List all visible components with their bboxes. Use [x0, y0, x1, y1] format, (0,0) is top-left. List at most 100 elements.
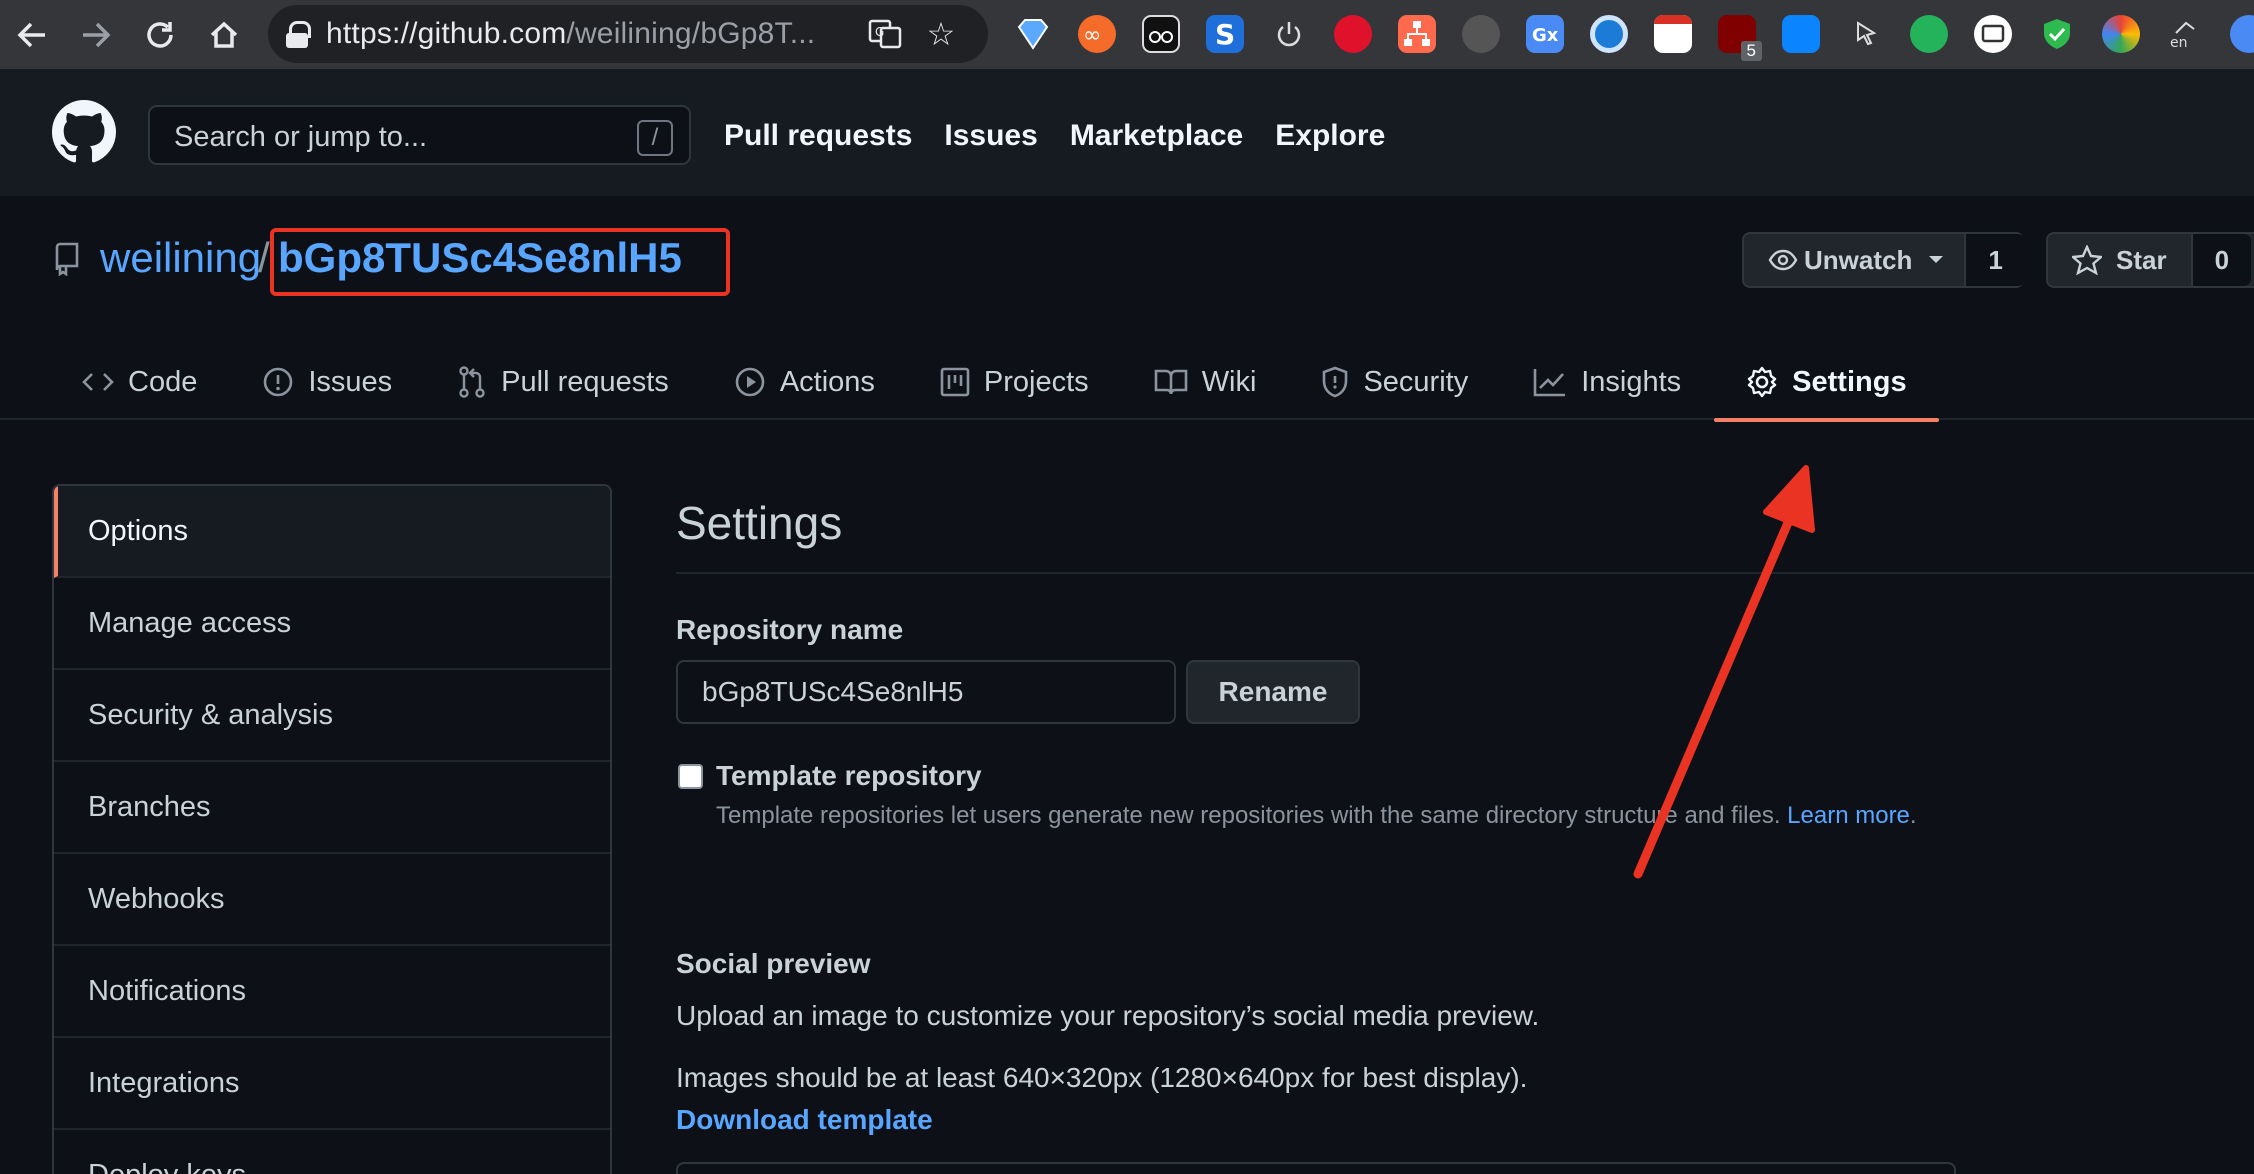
tab-settings[interactable]: Settings [1714, 344, 1940, 422]
sidebar-item-branches[interactable]: Branches [54, 762, 610, 854]
extension-ublock-icon[interactable]: 5 [1718, 15, 1762, 61]
play-icon [735, 367, 765, 397]
sidebar-item-options[interactable]: Options [54, 486, 610, 578]
settings-sidebar: Options Manage access Security & analysi… [52, 484, 612, 1174]
search-shortcut-key: / [637, 120, 673, 156]
back-button[interactable] [0, 0, 64, 69]
tab-actions[interactable]: Actions [734, 344, 875, 420]
sidebar-item-security-analysis[interactable]: Security & analysis [54, 670, 610, 762]
svg-text:en: en [2170, 35, 2188, 51]
rename-button[interactable]: Rename [1186, 660, 1360, 724]
browser-toolbar: https://github.com/weilining/bGp8T... G … [0, 0, 2254, 69]
svg-text:Gx: Gx [1532, 25, 1559, 46]
extension-screen-capture-icon[interactable] [1974, 15, 2012, 53]
nav-issues[interactable]: Issues [944, 119, 1037, 153]
url-host: https://github.com [326, 17, 567, 50]
tab-security[interactable]: Security [1321, 344, 1468, 420]
tab-projects[interactable]: Projects [940, 344, 1089, 420]
extension-zhi-icon[interactable] [1782, 15, 1820, 53]
extension-google-translate-icon[interactable]: Gx [1526, 15, 1564, 53]
extension-blue-edge-icon[interactable] [2230, 15, 2254, 53]
repo-owner-link[interactable]: weilining [100, 234, 261, 282]
book-icon [1154, 369, 1187, 395]
caret-down-icon [1929, 256, 1944, 263]
tab-code[interactable]: Code [82, 344, 197, 420]
settings-main: Settings Repository name bGp8TUSc4Se8nlH… [676, 484, 2254, 1174]
translate-icon[interactable]: G [868, 17, 902, 51]
star-button[interactable]: Star [2048, 234, 2191, 286]
reload-button[interactable] [128, 0, 192, 69]
star-label: Star [2116, 244, 2167, 275]
annotation-highlight-box [270, 228, 730, 296]
url-path: /weilining/bGp8T... [566, 17, 816, 50]
shield-icon [1323, 366, 1348, 398]
unwatch-label: Unwatch [1804, 244, 1913, 275]
extension-power-icon[interactable] [1270, 15, 1308, 53]
extension-shield-check-icon[interactable] [2038, 15, 2076, 53]
unwatch-button[interactable]: Unwatch [1744, 234, 1964, 286]
watch-count[interactable]: 1 [1964, 234, 2025, 286]
svg-text:G: G [875, 25, 884, 39]
social-preview-description: Upload an image to customize your reposi… [676, 1000, 1540, 1031]
tab-security-label: Security [1363, 365, 1469, 398]
gear-icon [1747, 366, 1777, 398]
bookmark-star-icon[interactable]: ☆ [924, 17, 958, 51]
repository-name-input[interactable]: bGp8TUSc4Se8nlH5 [676, 660, 1176, 724]
extension-color-wheel-icon[interactable] [2102, 15, 2140, 53]
social-preview-box[interactable] [676, 1162, 1956, 1174]
extension-s-icon[interactable]: S [1206, 15, 1244, 53]
tab-settings-label: Settings [1792, 365, 1907, 398]
divider [676, 572, 2254, 574]
nav-explore[interactable]: Explore [1275, 119, 1385, 153]
home-button[interactable] [192, 0, 256, 69]
tab-insights[interactable]: Insights [1533, 344, 1681, 420]
nav-marketplace[interactable]: Marketplace [1070, 119, 1243, 153]
tab-pull-requests[interactable]: Pull requests [457, 344, 669, 420]
template-repository-checkbox[interactable] [678, 764, 703, 789]
sidebar-item-deploy-keys[interactable]: Deploy keys [54, 1130, 610, 1174]
extension-sitemap-icon[interactable] [1398, 15, 1436, 53]
forward-button[interactable] [64, 0, 128, 69]
repo-path-separator: / [258, 234, 270, 281]
extension-cursor-icon[interactable] [1846, 15, 1884, 53]
repo-tabs: Code Issues Pull requests Actions Projec… [82, 344, 1972, 422]
sidebar-item-integrations[interactable]: Integrations [54, 1038, 610, 1130]
search-input[interactable]: Search or jump to... / [148, 105, 691, 165]
learn-more-link[interactable]: Learn more [1787, 802, 1910, 829]
repository-header: weilining / bGp8TUSc4Se8nlH5 Unwatch 1 S… [0, 196, 2254, 422]
watch-button-group: Unwatch 1 [1742, 232, 2025, 288]
address-bar[interactable]: https://github.com/weilining/bGp8T... G … [268, 5, 988, 63]
tab-issues[interactable]: Issues [262, 344, 392, 420]
tab-wiki-label: Wiki [1201, 365, 1257, 398]
extension-eyes-icon[interactable] [1142, 15, 1180, 53]
code-icon [82, 373, 114, 391]
issue-icon [264, 367, 293, 397]
page-title: Settings [676, 497, 843, 549]
download-template-link[interactable]: Download template [676, 1104, 933, 1136]
svg-text:S: S [1215, 18, 1235, 51]
url-text: https://github.com/weilining/bGp8T... [326, 17, 815, 51]
nav-pull-requests[interactable]: Pull requests [724, 119, 912, 153]
tab-code-label: Code [128, 365, 198, 398]
github-header: Search or jump to... / Pull requests Iss… [0, 69, 2254, 196]
tab-wiki[interactable]: Wiki [1154, 344, 1257, 420]
extension-red-circle-icon[interactable] [1334, 15, 1372, 53]
extension-infinity-icon[interactable]: ∞ [1078, 15, 1116, 53]
project-icon [940, 367, 970, 397]
star-button-group: Star 0 [2046, 232, 2254, 288]
extension-ring-icon[interactable] [1590, 15, 1628, 53]
extension-calendar-icon[interactable] [1654, 15, 1692, 53]
extension-en-icon[interactable]: en [2166, 15, 2204, 53]
sidebar-item-notifications[interactable]: Notifications [54, 946, 610, 1038]
template-repository-label[interactable]: Template repository [716, 760, 982, 792]
github-logo-icon[interactable] [52, 100, 116, 164]
sidebar-item-webhooks[interactable]: Webhooks [54, 854, 610, 946]
sidebar-item-manage-access[interactable]: Manage access [54, 578, 610, 670]
template-help-text: Template repositories let users generate… [716, 802, 1781, 829]
extension-back-circle-icon[interactable] [1462, 15, 1500, 53]
extension-green-search-icon[interactable] [1910, 15, 1948, 53]
star-count[interactable]: 0 [2190, 234, 2252, 286]
repo-icon [55, 242, 79, 276]
back-arrow-icon [17, 22, 45, 47]
extension-diamond-icon[interactable] [1014, 15, 1052, 53]
